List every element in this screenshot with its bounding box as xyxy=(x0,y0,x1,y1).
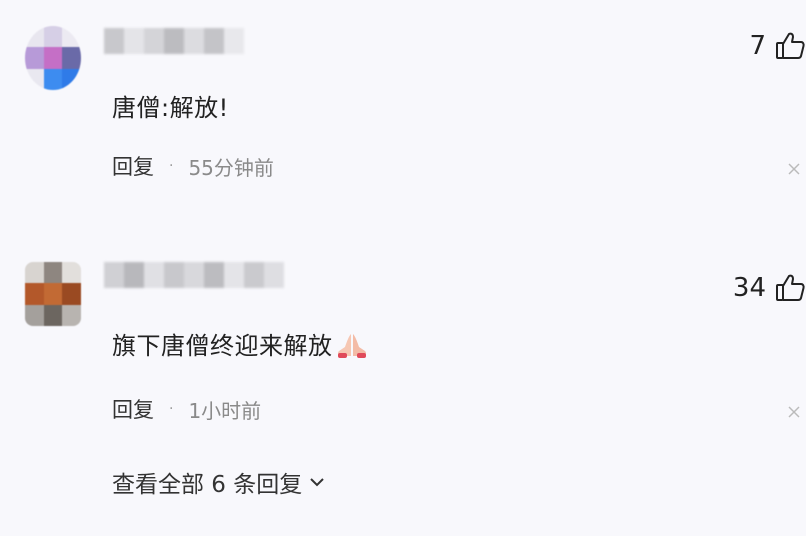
like-count: 34 xyxy=(732,273,766,303)
username-blurred[interactable] xyxy=(104,28,244,54)
avatar[interactable] xyxy=(25,26,81,90)
timestamp: 1小时前 xyxy=(188,398,262,423)
username-blurred[interactable] xyxy=(104,262,284,288)
comment-text-body: 旗下唐僧终迎来解放 xyxy=(112,332,333,360)
thumbs-up-icon xyxy=(776,32,805,59)
praying-hands-icon xyxy=(337,334,366,358)
comment-text: 旗下唐僧终迎来解放 xyxy=(112,326,369,361)
comment-meta: 回复 · 1小时前 xyxy=(112,394,261,424)
timestamp: 55分钟前 xyxy=(188,155,274,180)
comment-text: 唐僧:解放! xyxy=(112,94,229,122)
comment-item: 34 旗下唐僧终迎来解放 回复 · 1小时前 查看全部 6 条回复 xyxy=(0,240,806,536)
reply-button[interactable]: 回复 xyxy=(112,394,154,424)
comment-meta: 回复 · 55分钟前 xyxy=(112,151,274,181)
thumbs-up-icon xyxy=(776,274,805,301)
like-count: 7 xyxy=(749,31,766,61)
like-button[interactable]: 34 xyxy=(733,272,806,304)
view-all-replies-button[interactable]: 查看全部 6 条回复 xyxy=(112,465,326,499)
close-icon[interactable] xyxy=(786,404,802,420)
comment-item: 7 唐僧:解放! 回复 · 55分钟前 xyxy=(0,0,806,240)
view-all-replies-label: 查看全部 6 条回复 xyxy=(112,472,303,498)
separator-dot: · xyxy=(169,158,174,174)
close-icon[interactable] xyxy=(786,161,802,177)
like-button[interactable]: 7 xyxy=(749,30,806,62)
reply-button[interactable]: 回复 xyxy=(112,151,154,181)
avatar[interactable] xyxy=(25,262,81,326)
separator-dot: · xyxy=(169,401,174,417)
chevron-down-icon xyxy=(310,478,324,487)
